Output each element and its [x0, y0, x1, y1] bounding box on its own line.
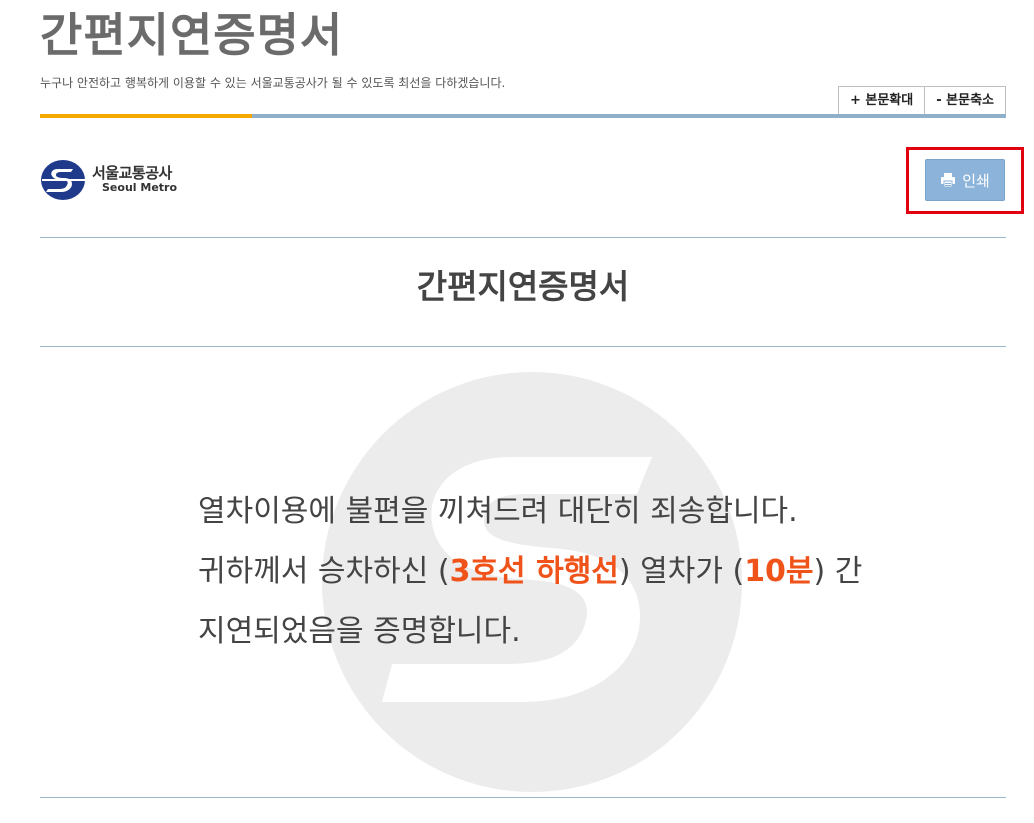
seoul-metro-logo: 서울교통공사 Seoul Metro — [40, 158, 177, 202]
page-subtitle: 누구나 안전하고 행복하게 이용할 수 있는 서울교통공사가 될 수 있도록 최… — [40, 76, 506, 90]
print-button-label: 인쇄 — [962, 171, 990, 190]
divider-bottom — [40, 797, 1006, 798]
message-line-1: 열차이용에 불편을 끼쳐드려 대단히 죄송합니다. — [198, 494, 798, 529]
print-button[interactable]: 인쇄 — [925, 159, 1005, 201]
message-line-3: 지연되었음을 증명합니다. — [198, 614, 521, 649]
logo-name-korean: 서울교통공사 — [92, 164, 172, 183]
text-zoom-controls: + 본문확대 - 본문축소 — [837, 86, 1006, 115]
logo-name-english: Seoul Metro — [102, 181, 178, 195]
line-name-value: 3호선 하행선 — [449, 554, 619, 589]
message-line-2-middle: ) 열차가 ( — [618, 554, 745, 589]
message-line-2: 귀하께서 승차하신 (3호선 하행선) 열차가 (10분) 간 — [198, 542, 862, 602]
message-line-2-suffix: ) 간 — [813, 554, 863, 589]
page-title: 간편지연증명서 — [40, 8, 344, 62]
zoom-out-button[interactable]: - 본문축소 — [924, 87, 1005, 115]
delay-minutes-value: 10분 — [744, 554, 814, 589]
zoom-in-button[interactable]: + 본문확대 — [838, 87, 925, 115]
message-line-2-prefix: 귀하께서 승차하신 ( — [198, 554, 450, 589]
page: 간편지연증명서 누구나 안전하고 행복하게 이용할 수 있는 서울교통공사가 될… — [0, 0, 1034, 823]
header-accent-bar — [40, 114, 252, 118]
printer-icon — [941, 173, 956, 188]
divider-top — [40, 237, 1006, 238]
divider-middle — [40, 346, 1006, 347]
seoul-metro-logo-icon — [41, 160, 86, 200]
certificate-title: 간편지연증명서 — [416, 267, 630, 306]
header-divider-bar — [40, 114, 1006, 118]
certificate-message: 열차이용에 불편을 끼쳐드려 대단히 죄송합니다. 귀하께서 승차하신 (3호선… — [198, 482, 862, 662]
